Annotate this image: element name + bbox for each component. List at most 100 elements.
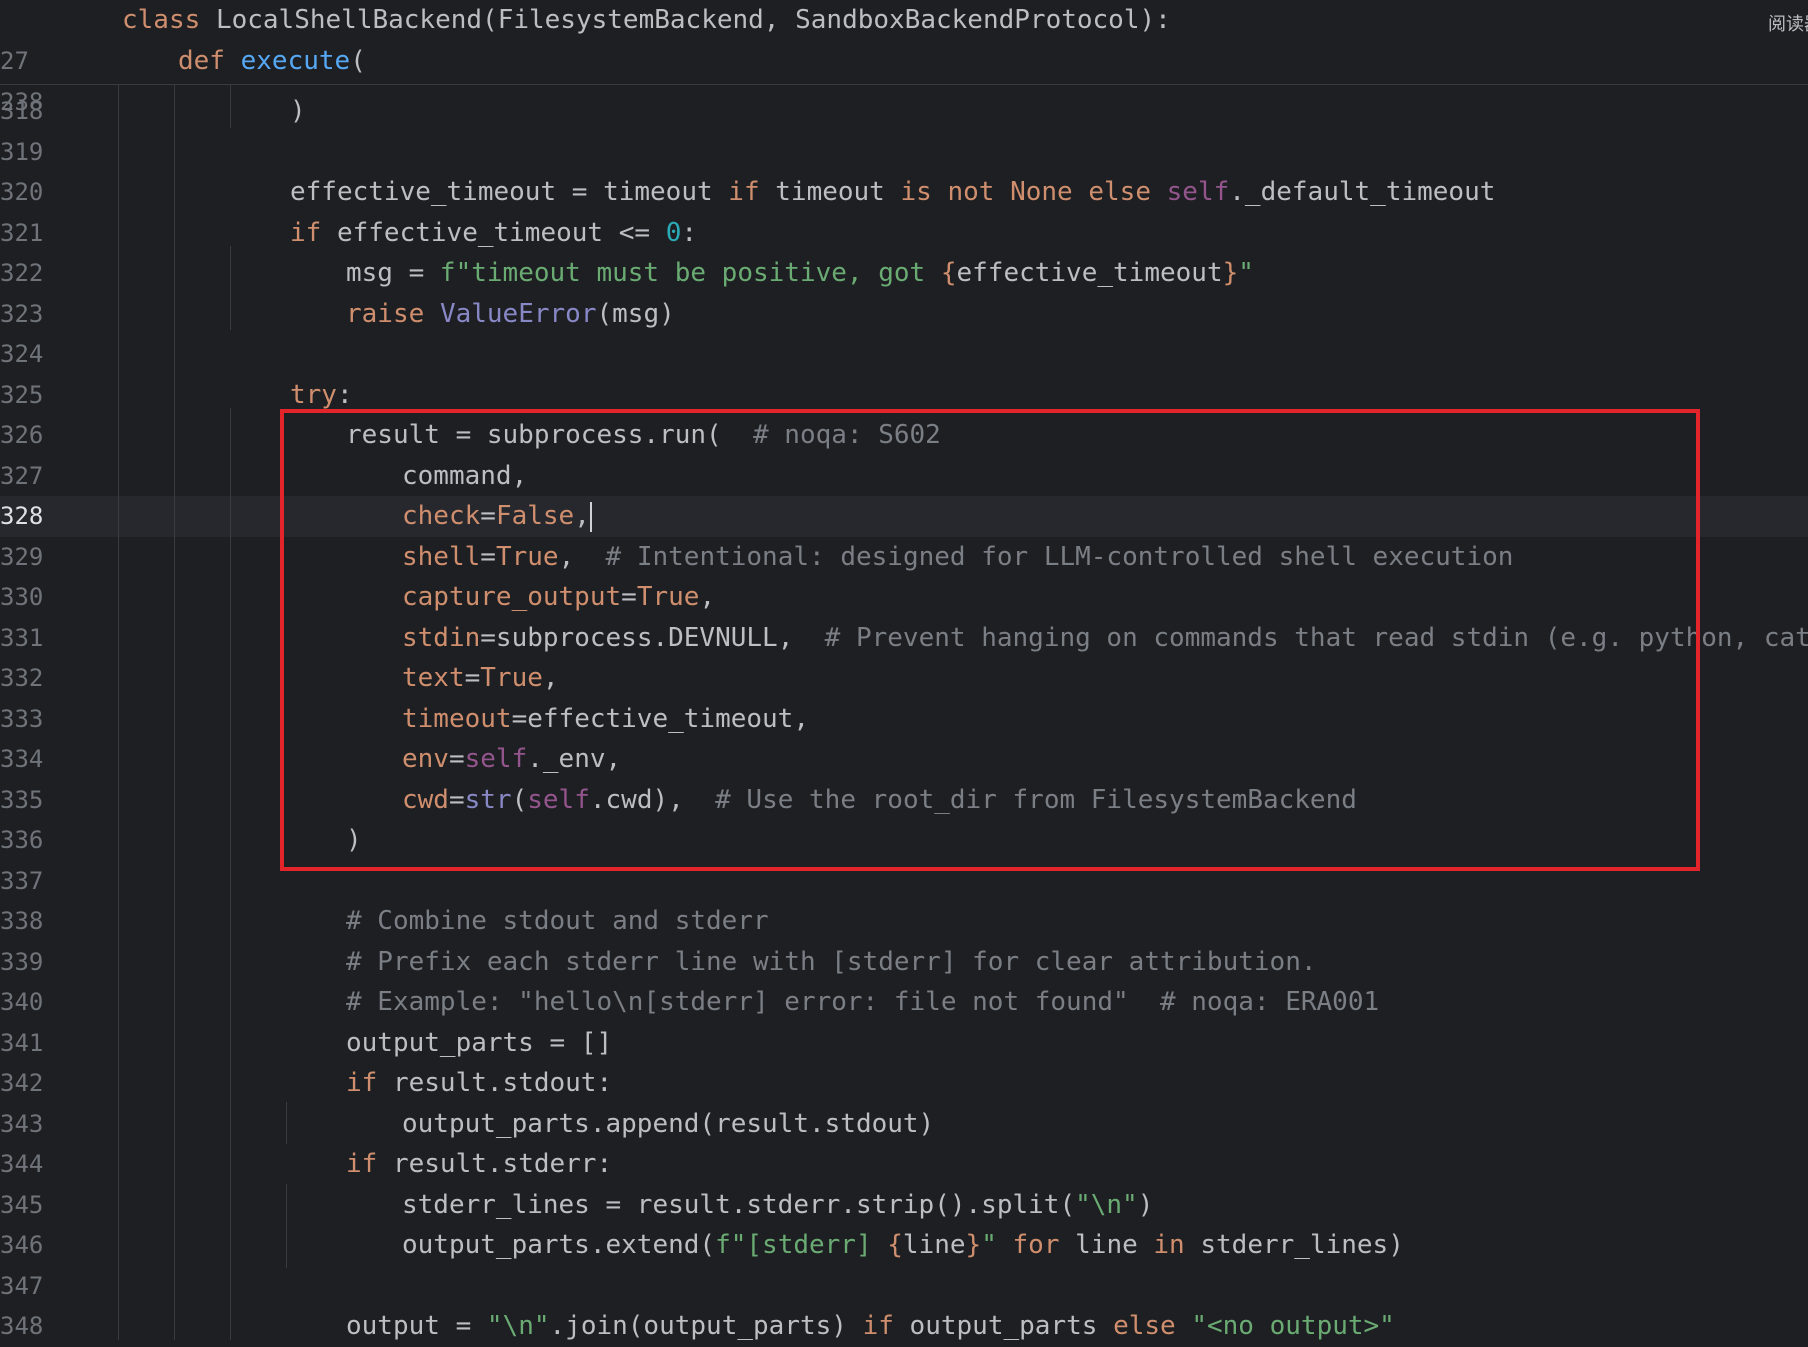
code-text: stdin=subprocess.DEVNULL, # Prevent hang… [402, 622, 1808, 653]
code-text: stderr_lines = result.stderr.strip().spl… [402, 1189, 1154, 1220]
line-number: 330 [0, 583, 44, 611]
indent-guide [286, 1102, 287, 1144]
line-number: 337 [0, 866, 44, 895]
code-text: try: [290, 379, 353, 410]
code-text: effective_timeout = timeout if timeout i… [290, 177, 1496, 207]
code-line[interactable]: 327 command, [0, 456, 1808, 497]
code-text: # Prefix each stderr line with [stderr] … [346, 946, 1317, 977]
code-line[interactable]: 329 shell=True, # Intentional: designed f… [0, 537, 1808, 578]
line-number: 325 [0, 380, 44, 409]
line-number: 344 [0, 1150, 44, 1178]
code-line[interactable]: 328 check=False, [0, 496, 1808, 537]
line-number: 341 [0, 1028, 44, 1057]
line-number: 332 [0, 664, 44, 692]
code-line[interactable]: 320 effective_timeout = timeout if timeou… [0, 172, 1808, 213]
code-text: class LocalShellBackend(FilesystemBacken… [122, 5, 1171, 35]
code-text: capture_output=True, [402, 582, 716, 612]
code-text: check=False, [402, 501, 592, 532]
line-number: 323 [0, 299, 44, 328]
code-text: if result.stdout: [346, 1068, 613, 1098]
code-line[interactable]: 344 if result.stderr: [0, 1144, 1808, 1185]
line-number: 329 [0, 542, 44, 571]
line-number: 335 [0, 785, 44, 814]
indent-guide [230, 408, 231, 1340]
code-line[interactable]: 336) [0, 820, 1808, 861]
code-line[interactable]: 346 output_parts.extend(f"[stderr] {line}… [0, 1225, 1808, 1266]
line-number: 328 [0, 502, 44, 530]
code-line[interactable]: 332 text=True, [0, 658, 1808, 699]
reader-mode-button[interactable]: 阅读器模式 [1768, 10, 1808, 36]
code-text: # Combine stdout and stderr [346, 906, 769, 936]
code-line[interactable]: 326 result = subprocess.run( # noqa: S602 [0, 415, 1808, 456]
code-text: msg = f"timeout must be positive, got {e… [346, 258, 1254, 288]
code-text: output_parts.extend(f"[stderr] {line}" f… [402, 1230, 1404, 1260]
code-line[interactable]: 342 if result.stdout: [0, 1063, 1808, 1104]
indent-guide [286, 1184, 287, 1268]
code-line[interactable]: 321 if effective_timeout <= 0: [0, 213, 1808, 254]
code-text: timeout=effective_timeout, [402, 703, 809, 734]
code-line[interactable]: 325 try: [0, 375, 1808, 416]
line-number: 327 [0, 461, 44, 490]
line-number: 348 [0, 1312, 44, 1340]
code-line[interactable]: 330 capture_output=True, [0, 577, 1808, 618]
code-line[interactable]: 347 [0, 1266, 1808, 1307]
code-line[interactable]: 333 timeout=effective_timeout, [0, 699, 1808, 740]
code-line[interactable]: 319 [0, 132, 1808, 173]
code-line[interactable]: 338 # Combine stdout and stderr [0, 901, 1808, 942]
code-editor[interactable]: 阅读器模式 27 class LocalShellBackend(Filesys… [0, 0, 1808, 1341]
code-line[interactable]: 345 stderr_lines = result.stderr.strip().… [0, 1185, 1808, 1226]
code-line[interactable]: 335 cwd=str(self.cwd), # Use the root_dir… [0, 780, 1808, 821]
code-line[interactable]: 339 # Prefix each stderr line with [stder… [0, 942, 1808, 983]
code-text: cwd=str(self.cwd), # Use the root_dir fr… [402, 784, 1357, 815]
line-number: 346 [0, 1231, 44, 1259]
code-text: ) [290, 96, 306, 126]
code-line[interactable]: 340 # Example: "hello\n[stderr] error: fi… [0, 982, 1808, 1023]
code-line[interactable]: 341 output_parts = [] [0, 1023, 1808, 1064]
code-text: text=True, [402, 663, 559, 693]
line-number: 324 [0, 340, 44, 368]
code-text: command, [402, 460, 528, 491]
line-number: 340 [0, 988, 44, 1016]
indent-guide [174, 84, 175, 1340]
line-number: 333 [0, 704, 44, 733]
line-number: 345 [0, 1190, 44, 1219]
code-line[interactable]: 324 [0, 334, 1808, 375]
code-text: def execute( [178, 46, 366, 76]
sticky-class-name: LocalShellBackend(FilesystemBackend, San… [215, 5, 1171, 35]
code-line[interactable]: 331 stdin=subprocess.DEVNULL, # Prevent h… [0, 618, 1808, 659]
code-line[interactable]: 343 output_parts.append(result.stdout) [0, 1104, 1808, 1145]
line-number: 339 [0, 947, 44, 976]
code-text: shell=True, # Intentional: designed for … [402, 541, 1514, 572]
line-number: 331 [0, 623, 44, 652]
code-text: result = subprocess.run( # noqa: S602 [346, 420, 941, 450]
code-text: env=self._env, [402, 744, 622, 774]
code-text: if effective_timeout <= 0: [290, 217, 697, 248]
line-number: 342 [0, 1069, 44, 1097]
line-number: 238 [0, 87, 44, 116]
code-line[interactable]: 318) [0, 91, 1808, 132]
code-line[interactable]: 323 raise ValueError(msg) [0, 294, 1808, 335]
sticky-scope-header: 27 class LocalShellBackend(FilesystemBac… [0, 0, 1808, 116]
code-text: # Example: "hello\n[stderr] error: file … [346, 987, 1380, 1017]
indent-guide [230, 246, 231, 330]
code-line[interactable]: 238 def execute( [0, 41, 1808, 116]
code-line[interactable]: 348 output = "\n".join(output_parts) if o… [0, 1306, 1808, 1347]
code-text: output_parts.append(result.stdout) [402, 1108, 935, 1139]
line-number: 347 [0, 1271, 44, 1300]
line-number: 336 [0, 826, 44, 854]
code-line[interactable]: 337 [0, 861, 1808, 902]
code-text: if result.stderr: [346, 1149, 613, 1179]
line-number: 343 [0, 1109, 44, 1138]
line-number: 326 [0, 421, 44, 449]
code-line[interactable]: 334 env=self._env, [0, 739, 1808, 780]
code-text: raise ValueError(msg) [346, 298, 675, 329]
code-text: output_parts = [] [346, 1027, 613, 1058]
text-caret [589, 501, 592, 532]
indent-guide [230, 84, 231, 128]
code-line[interactable]: 27 class LocalShellBackend(FilesystemBac… [0, 0, 1808, 75]
code-text: output = "\n".join(output_parts) if outp… [346, 1311, 1395, 1341]
line-number: 321 [0, 218, 44, 247]
line-number: 322 [0, 259, 44, 287]
line-number: 334 [0, 745, 44, 773]
code-line[interactable]: 322 msg = f"timeout must be positive, got… [0, 253, 1808, 294]
